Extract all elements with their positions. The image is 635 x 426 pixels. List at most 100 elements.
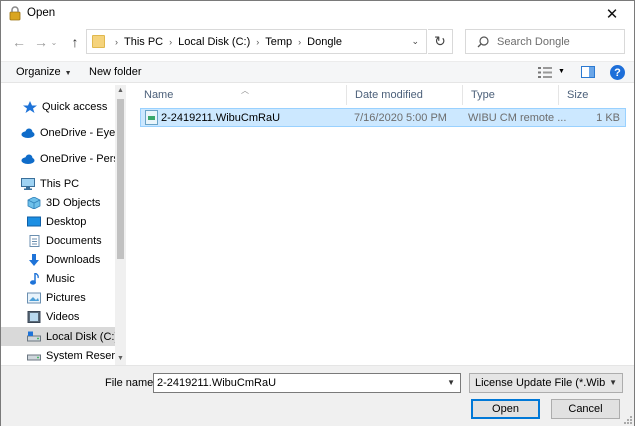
- navigation-pane-scrollbar[interactable]: ▲ ▼: [115, 85, 126, 365]
- file-name-cell: 2-2419211.WibuCmRaU: [161, 112, 281, 124]
- star-icon: [23, 100, 37, 113]
- sidebar-item-videos[interactable]: Videos: [1, 307, 115, 326]
- arrow-right-icon: →: [34, 34, 48, 50]
- column-header-label: Date modified: [355, 89, 423, 101]
- file-name-input[interactable]: 2-2419211.WibuCmRaU ▼: [153, 373, 461, 393]
- search-input[interactable]: Search Dongle: [465, 29, 625, 54]
- navigation-pane: Quick access OneDrive - Eye4Sc OneDrive …: [1, 85, 126, 365]
- column-header-label: Size: [567, 89, 589, 101]
- documents-icon: [29, 234, 40, 247]
- sidebar-item-label: OneDrive - Person: [40, 152, 115, 165]
- close-icon: ✕: [605, 6, 619, 23]
- open-button-label: Open: [492, 403, 519, 415]
- breadcrumb-this-pc[interactable]: This PC: [124, 36, 163, 48]
- file-name-value: 2-2419211.WibuCmRaU: [157, 377, 277, 389]
- cube-icon: [27, 196, 41, 209]
- chevron-right-icon: ›: [169, 37, 173, 47]
- column-header-name[interactable]: ︿ Name: [136, 85, 347, 105]
- breadcrumb-local-disk[interactable]: Local Disk (C:): [178, 36, 250, 48]
- sidebar-item-label: Local Disk (C:): [46, 330, 115, 343]
- arrow-left-icon: ←: [12, 34, 26, 50]
- close-button[interactable]: ✕: [590, 1, 634, 27]
- cloud-icon: [21, 154, 35, 164]
- sidebar-item-onedrive-personal[interactable]: OneDrive - Person: [1, 149, 115, 168]
- up-button[interactable]: ↑: [65, 32, 85, 52]
- column-header-size[interactable]: Size: [559, 85, 629, 105]
- sidebar-item-onedrive-eye4sc[interactable]: OneDrive - Eye4Sc: [1, 123, 115, 142]
- file-size-cell: 1 KB: [596, 112, 620, 124]
- cancel-button[interactable]: Cancel: [551, 399, 620, 419]
- caret-down-icon: ▼: [64, 70, 72, 77]
- sidebar-item-label: OneDrive - Eye4Sc: [40, 126, 115, 139]
- table-row[interactable]: 2-2419211.WibuCmRaU 7/16/2020 5:00 PM WI…: [140, 108, 626, 127]
- column-header-type[interactable]: Type: [463, 85, 559, 105]
- music-icon: [30, 272, 39, 285]
- scroll-up-icon[interactable]: ▲: [115, 85, 126, 97]
- cancel-button-label: Cancel: [568, 403, 603, 415]
- dialog-footer: File name: 2-2419211.WibuCmRaU ▼ License…: [1, 365, 634, 426]
- column-header-date-modified[interactable]: Date modified: [347, 85, 463, 105]
- scroll-down-icon[interactable]: ▼: [115, 353, 126, 365]
- sidebar-item-music[interactable]: Music: [1, 269, 115, 288]
- file-type-cell: WIBU CM remote ...: [468, 112, 567, 124]
- sidebar-item-desktop[interactable]: Desktop: [1, 212, 115, 231]
- view-dropdown-icon[interactable]: ▼: [558, 68, 565, 75]
- file-list: ︿ Name Date modified Type Size 2-2419211…: [136, 85, 634, 365]
- refresh-button[interactable]: ↻: [428, 29, 453, 54]
- sidebar-item-3d-objects[interactable]: 3D Objects: [1, 193, 115, 212]
- sidebar-item-label: Videos: [46, 310, 80, 323]
- sidebar-item-label: Documents: [46, 234, 102, 247]
- sidebar-item-label: Downloads: [46, 253, 101, 266]
- window-title: Open: [27, 7, 56, 19]
- new-folder-button[interactable]: New folder: [89, 66, 142, 78]
- videos-icon: [27, 310, 41, 323]
- sidebar-item-local-disk[interactable]: Local Disk (C:): [1, 327, 115, 346]
- new-folder-label: New folder: [89, 66, 142, 78]
- sidebar-item-pictures[interactable]: Pictures: [1, 288, 115, 307]
- chevron-down-icon[interactable]: ▼: [447, 378, 455, 387]
- back-button[interactable]: ←: [9, 32, 29, 52]
- sidebar-item-label: 3D Objects: [46, 196, 101, 209]
- drive-icon: [27, 354, 41, 360]
- resize-grip-icon[interactable]: [622, 414, 632, 424]
- file-date-cell: 7/16/2020 5:00 PM: [354, 112, 447, 124]
- recent-locations-button[interactable]: ⌄: [48, 32, 60, 52]
- file-name-label: File name:: [105, 377, 157, 389]
- refresh-icon: ↻: [434, 33, 446, 49]
- drive-icon: [27, 331, 41, 341]
- sidebar-item-documents[interactable]: Documents: [1, 231, 115, 250]
- view-options-icon[interactable]: [538, 66, 552, 79]
- breadcrumb-dongle[interactable]: Dongle: [307, 36, 342, 48]
- scrollbar-thumb[interactable]: [117, 99, 124, 259]
- organize-label: Organize: [16, 66, 61, 78]
- sidebar-item-downloads[interactable]: Downloads: [1, 250, 115, 269]
- breadcrumb-temp[interactable]: Temp: [265, 36, 292, 48]
- sidebar-item-system-reserved[interactable]: System Reserved: [1, 346, 115, 365]
- search-icon: [477, 36, 489, 48]
- file-type-value: License Update File (*.WibuCm: [475, 377, 605, 389]
- command-bar: Organize ▼ New folder ▼ ?: [1, 61, 634, 83]
- address-bar[interactable]: › This PC › Local Disk (C:) › Temp › Don…: [86, 29, 427, 54]
- computer-icon: [21, 177, 35, 190]
- chevron-right-icon: ›: [256, 37, 260, 47]
- address-dropdown-icon[interactable]: ⌄: [411, 36, 419, 47]
- organize-button[interactable]: Organize ▼: [16, 66, 72, 78]
- preview-pane-icon[interactable]: [581, 66, 595, 78]
- chevron-down-icon: ▼: [609, 378, 617, 387]
- chevron-right-icon: ›: [298, 37, 302, 47]
- column-header-label: Name: [144, 89, 174, 101]
- arrow-up-icon: ↑: [71, 34, 79, 50]
- sidebar-item-label: This PC: [40, 177, 80, 190]
- sidebar-item-quick-access[interactable]: Quick access: [1, 97, 115, 116]
- help-icon[interactable]: ?: [610, 65, 625, 80]
- file-type-select[interactable]: License Update File (*.WibuCm ▼: [469, 373, 623, 393]
- open-dialog: Open ✕ ← → ⌄ ↑ › This PC › Local Disk (C…: [0, 0, 635, 426]
- open-button[interactable]: Open: [471, 399, 540, 419]
- sidebar-item-label: Pictures: [46, 291, 86, 304]
- sidebar-item-label: Quick access: [42, 100, 108, 113]
- sidebar-item-this-pc[interactable]: This PC: [1, 174, 115, 193]
- sort-ascending-icon: ︿: [241, 86, 249, 95]
- sidebar-item-label: Desktop: [46, 215, 87, 228]
- lock-icon: [9, 6, 21, 21]
- search-placeholder: Search Dongle: [497, 36, 570, 48]
